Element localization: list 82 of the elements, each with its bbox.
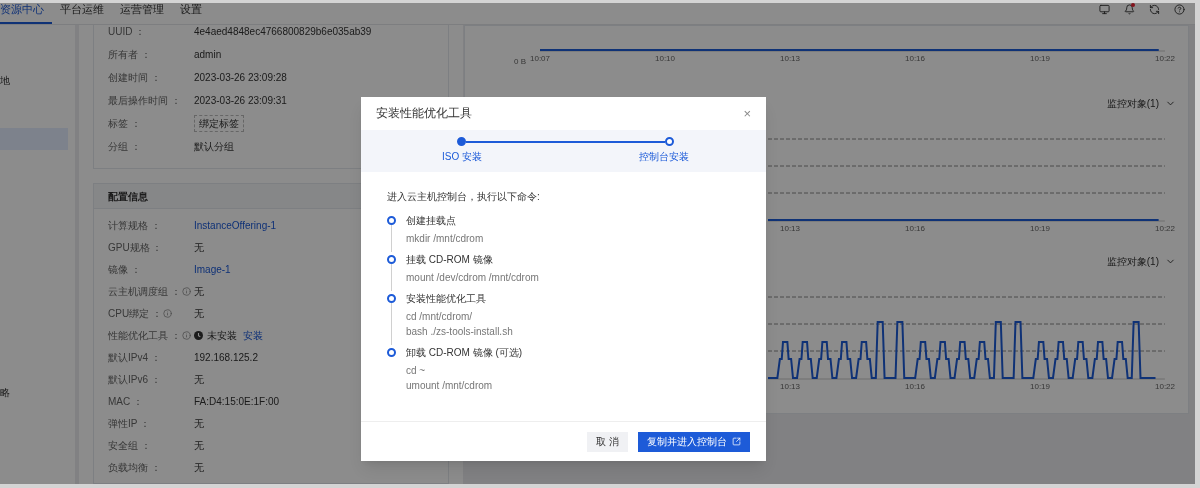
bind-tag-button[interactable]: 绑定标签 (194, 115, 244, 132)
field-label: 负载均衡 ： (108, 460, 161, 475)
nav-tab[interactable]: 设置 (172, 3, 210, 24)
instruction-text: 进入云主机控制台，执行以下命令: (387, 190, 541, 204)
tick-label: 10:22 (1155, 381, 1175, 393)
field-label: CPU绑定 ： (108, 306, 162, 321)
field-label: 性能优化工具 ： (108, 328, 181, 343)
command-line: mount /dev/cdrom /mnt/cdrom (406, 271, 539, 285)
tick-label: 10:13 (780, 53, 800, 65)
field-label: 云主机调度组 ： (108, 284, 181, 299)
bell-icon[interactable] (1124, 4, 1135, 15)
field-value: 未安装 (207, 328, 237, 343)
tick-label: 10:10 (655, 53, 675, 65)
field-value: 2023-03-26 23:09:31 (194, 94, 287, 108)
field-value: 无 (194, 460, 204, 475)
step-label: ISO 安装 (441, 150, 483, 164)
field-label: 镜像 ： (108, 262, 141, 277)
field-value: 无 (194, 372, 204, 387)
field-label: 计算规格 ： (108, 218, 161, 233)
field-value: 2023-03-26 23:09:28 (194, 71, 287, 85)
field-value: 无 (194, 284, 204, 299)
tick-label: 10:13 (780, 223, 800, 235)
tick-label: 10:07 (530, 53, 550, 65)
axis-label: 0 B (514, 58, 526, 66)
copy-open-console-button[interactable]: 复制并进入控制台 (638, 431, 750, 452)
field-value: 无 (194, 306, 204, 321)
command-line: cd /mnt/cdrom/ (406, 310, 474, 324)
field-value: 默认分组 (194, 140, 234, 154)
tick-label: 10:19 (1030, 223, 1050, 235)
field-label: 分组 ： (108, 140, 142, 154)
tick-label: 10:22 (1155, 223, 1175, 235)
command-line: mkdir /mnt/cdrom (406, 232, 484, 246)
nav-tab[interactable]: 运营管理 (112, 3, 172, 24)
cancel-button[interactable]: 取 消 (587, 431, 628, 452)
field-value: 无 (194, 438, 204, 453)
tick-label: 10:16 (905, 53, 925, 65)
field-label: 默认IPv6 ： (108, 372, 161, 387)
command-line: umount /mnt/cdrom (406, 379, 494, 393)
field-value: 无 (194, 416, 204, 431)
tick-label: 10:16 (905, 223, 925, 235)
refresh-icon[interactable] (1149, 4, 1160, 15)
field-label: 标签 ： (108, 117, 142, 131)
tick-label: 10:19 (1030, 381, 1050, 393)
help-icon[interactable] (1174, 4, 1185, 15)
tick-label: 10:16 (905, 381, 925, 393)
field-label: 弹性IP ： (108, 416, 151, 431)
tick-label: 10:13 (780, 381, 800, 393)
command-line: bash ./zs-tools-install.sh (406, 325, 513, 339)
tick-label: 10:19 (1030, 53, 1050, 65)
clock-icon (194, 330, 203, 340)
field-value: admin (194, 48, 222, 62)
monitor-dropdown[interactable]: 监控对象(1) (1106, 95, 1176, 111)
sidebar-item[interactable]: 略 (0, 381, 68, 403)
field-label: MAC ： (108, 394, 143, 409)
field-label: UUID ： (108, 25, 147, 39)
field-label: GPU规格 ： (108, 240, 163, 255)
tick-label: 10:22 (1155, 53, 1175, 65)
step-title: 安装性能优化工具 (406, 292, 487, 306)
command-line: cd ~ (406, 364, 427, 378)
field-link[interactable]: Image-1 (194, 261, 231, 277)
monitor-icon[interactable] (1099, 4, 1110, 15)
field-label: 所有者 ： (108, 48, 152, 62)
monitor-dropdown[interactable]: 监控对象(1) (1106, 253, 1176, 269)
dialog-title: 安装性能优化工具 (376, 105, 472, 121)
field-value: 无 (194, 240, 204, 255)
field-value: FA:D4:15:0E:1F:00 (194, 394, 280, 409)
field-value: 4e4aed4848ec4766800829b6e035ab39 (194, 25, 372, 39)
nav-tab[interactable]: 平台运维 (52, 3, 112, 24)
step-title: 挂载 CD-ROM 镜像 (406, 253, 494, 267)
field-link[interactable]: InstanceOffering-1 (194, 217, 277, 233)
close-button[interactable]: × (743, 107, 751, 120)
field-label: 创建时间 ： (108, 71, 162, 85)
field-label: 最后操作时间 ： (108, 94, 182, 108)
card-title: 配置信息 (108, 189, 148, 204)
install-link[interactable]: 安装 (243, 327, 263, 343)
step-title: 创建挂载点 (406, 214, 457, 228)
step-title: 卸载 CD-ROM 镜像 (可选) (406, 346, 523, 360)
field-label: 默认IPv4 ： (108, 350, 161, 365)
sidebar-item[interactable]: 地 (0, 69, 68, 91)
field-value: 192.168.125.2 (194, 350, 258, 365)
step-label: 控制台安装 (638, 150, 690, 164)
field-label: 安全组 ： (108, 438, 151, 453)
